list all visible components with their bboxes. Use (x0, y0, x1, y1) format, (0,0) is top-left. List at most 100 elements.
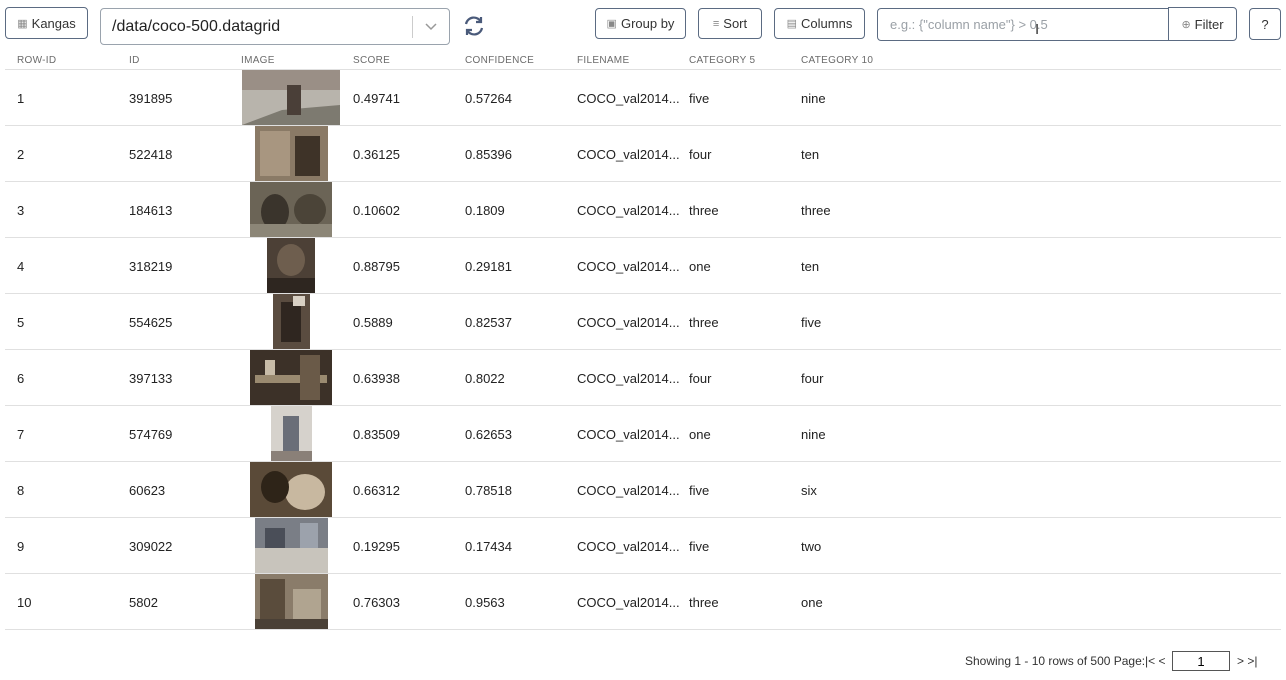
next-last-page-buttons[interactable]: > >| (1237, 654, 1257, 668)
filename-cell: COCO_val2014... (577, 371, 680, 386)
confidence-cell: 0.57264 (465, 91, 512, 106)
category-10-cell: two (801, 539, 822, 554)
image-thumbnail[interactable] (273, 294, 310, 349)
id-cell: 574769 (129, 427, 173, 442)
score-cell: 0.76303 (353, 595, 400, 610)
category-5-cell: five (689, 539, 710, 554)
table-row: 3 184613 0.10602 0.1809 COCO_val2014... … (5, 182, 1281, 238)
image-thumbnail[interactable] (255, 518, 328, 573)
columns-icon: ▤ (786, 18, 798, 30)
id-cell: 391895 (129, 91, 173, 106)
filter-button[interactable]: ⊕ Filter (1168, 7, 1237, 41)
filename-cell: COCO_val2014... (577, 315, 680, 330)
sort-button[interactable]: ≡ Sort (698, 8, 762, 39)
group-by-button[interactable]: ▣ Group by (595, 8, 686, 39)
header-row: ROW-ID ID IMAGE SCORE CONFIDENCE FILENAM… (5, 52, 1281, 70)
table-row: 6 397133 0.63938 0.8022 COCO_val2014... … (5, 350, 1281, 406)
table-row: 1 391895 0.49741 0.57264 COCO_val2014...… (5, 70, 1281, 126)
image-thumbnail[interactable] (242, 70, 340, 125)
score-cell: 0.88795 (353, 259, 400, 274)
column-header-id[interactable]: ID (129, 55, 140, 66)
table-row: 4 318219 0.88795 0.29181 COCO_val2014...… (5, 238, 1281, 294)
chevron-down-icon[interactable] (423, 18, 439, 34)
grid-logo-icon: ▦ (17, 17, 28, 30)
columns-button[interactable]: ▤ Columns (774, 8, 865, 39)
score-cell: 0.10602 (353, 203, 400, 218)
group-icon: ▣ (606, 18, 617, 30)
category-10-cell: three (801, 203, 831, 218)
table-row: 2 522418 0.36125 0.85396 COCO_val2014...… (5, 126, 1281, 182)
row-id-cell: 9 (17, 539, 25, 554)
table-row: 5 554625 0.5889 0.82537 COCO_val2014... … (5, 294, 1281, 350)
image-thumbnail[interactable] (255, 126, 328, 181)
confidence-cell: 0.78518 (465, 483, 512, 498)
filter-input[interactable] (877, 8, 1169, 41)
kangas-home-button[interactable]: ▦ Kangas (5, 7, 88, 39)
image-thumbnail[interactable] (271, 406, 312, 461)
help-button[interactable]: ? (1249, 8, 1281, 40)
column-header-row-id[interactable]: ROW-ID (17, 55, 56, 66)
image-thumbnail[interactable] (250, 182, 332, 237)
category-5-cell: three (689, 315, 719, 330)
category-5-cell: three (689, 595, 719, 610)
score-cell: 0.63938 (353, 371, 400, 386)
row-id-cell: 4 (17, 259, 25, 274)
filename-cell: COCO_val2014... (577, 539, 680, 554)
help-label: ? (1261, 16, 1269, 32)
column-header-filename[interactable]: FILENAME (577, 55, 629, 66)
confidence-cell: 0.85396 (465, 147, 512, 162)
filter-label: Filter (1194, 16, 1224, 32)
confidence-cell: 0.8022 (465, 371, 505, 386)
filename-cell: COCO_val2014... (577, 427, 680, 442)
id-cell: 309022 (129, 539, 173, 554)
filename-cell: COCO_val2014... (577, 203, 680, 218)
filename-cell: COCO_val2014... (577, 595, 680, 610)
confidence-cell: 0.1809 (465, 203, 505, 218)
score-cell: 0.19295 (353, 539, 400, 554)
column-header-category-5[interactable]: CATEGORY 5 (689, 55, 755, 66)
column-header-confidence[interactable]: CONFIDENCE (465, 55, 534, 66)
category-10-cell: five (801, 315, 822, 330)
category-10-cell: one (801, 595, 823, 610)
table-row: 7 574769 0.83509 0.62653 COCO_val2014...… (5, 406, 1281, 462)
page-number-input[interactable] (1172, 651, 1230, 671)
sort-label: Sort (723, 16, 748, 31)
image-thumbnail[interactable] (267, 238, 315, 293)
row-id-cell: 2 (17, 147, 25, 162)
category-10-cell: four (801, 371, 824, 386)
id-cell: 318219 (129, 259, 173, 274)
row-id-cell: 1 (17, 91, 25, 106)
score-cell: 0.49741 (353, 91, 400, 106)
filename-cell: COCO_val2014... (577, 259, 680, 274)
category-5-cell: one (689, 427, 711, 442)
image-thumbnail[interactable] (250, 350, 332, 405)
datagrid-path-value: /data/coco-500.datagrid (112, 18, 281, 35)
id-cell: 397133 (129, 371, 173, 386)
score-cell: 0.66312 (353, 483, 400, 498)
category-5-cell: three (689, 203, 719, 218)
id-cell: 5802 (129, 595, 158, 610)
score-cell: 0.5889 (353, 315, 393, 330)
column-header-score[interactable]: SCORE (353, 55, 390, 66)
category-10-cell: ten (801, 147, 820, 162)
refresh-icon[interactable] (462, 14, 486, 38)
datagrid-path-select[interactable]: /data/coco-500.datagrid (100, 8, 450, 45)
filter-plus-icon: ⊕ (1181, 18, 1191, 31)
column-header-image[interactable]: IMAGE (241, 55, 275, 66)
first-prev-page-buttons[interactable]: |< < (1145, 654, 1165, 668)
image-thumbnail[interactable] (255, 574, 328, 629)
score-cell: 0.83509 (353, 427, 400, 442)
confidence-cell: 0.17434 (465, 539, 512, 554)
id-cell: 554625 (129, 315, 173, 330)
id-cell: 60623 (129, 483, 166, 498)
category-10-cell: nine (801, 91, 826, 106)
category-10-cell: six (801, 483, 817, 498)
row-id-cell: 10 (17, 595, 32, 610)
image-thumbnail[interactable] (250, 462, 332, 517)
column-header-category-10[interactable]: CATEGORY 10 (801, 55, 873, 66)
score-cell: 0.36125 (353, 147, 400, 162)
table-row: 8 60623 0.66312 0.78518 COCO_val2014... … (5, 462, 1281, 518)
filename-cell: COCO_val2014... (577, 483, 680, 498)
row-id-cell: 7 (17, 427, 25, 442)
filename-cell: COCO_val2014... (577, 147, 680, 162)
